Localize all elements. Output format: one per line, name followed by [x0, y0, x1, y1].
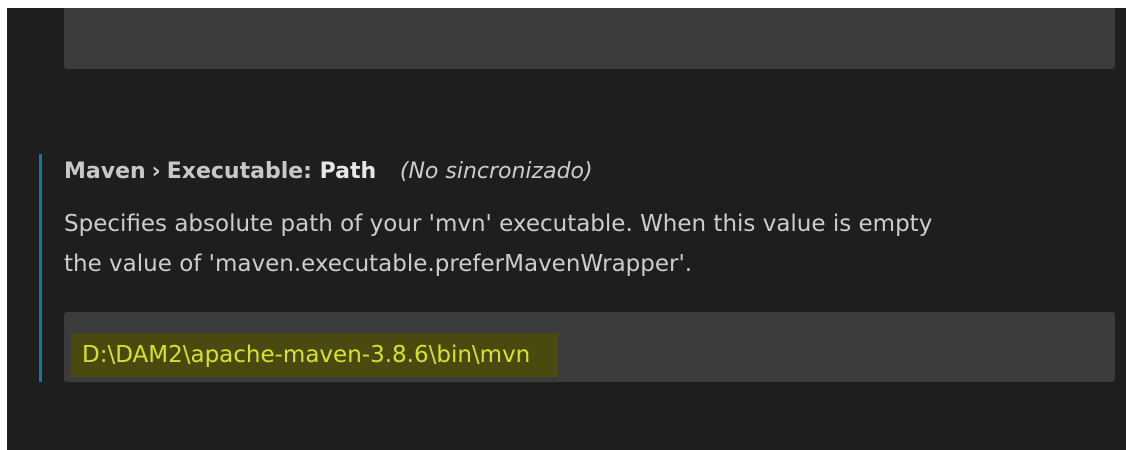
maven-executable-path-value[interactable]: D:\DAM2\apache-maven-3.8.6\bin\mvn [71, 333, 559, 377]
top-edge-strip [0, 0, 1126, 8]
sync-status: (No sincronizado) [399, 159, 593, 184]
left-edge-strip [0, 0, 7, 450]
setting-description: Specifies absolute path of your 'mvn' ex… [64, 204, 1126, 284]
setting-description-line: Specifies absolute path of your 'mvn' ex… [64, 211, 933, 237]
setting-category: Maven [64, 159, 146, 184]
setting-subcategory: Executable: [166, 159, 312, 184]
previous-setting-input[interactable] [64, 8, 1115, 69]
setting-title: Maven › Executable: Path (No sincronizado) [64, 152, 593, 192]
breadcrumb-separator-icon: › [151, 159, 161, 184]
modified-indicator-bar [39, 154, 42, 382]
setting-name: Path [319, 159, 377, 184]
setting-description-line: the value of 'maven.executable.preferMav… [64, 251, 693, 277]
